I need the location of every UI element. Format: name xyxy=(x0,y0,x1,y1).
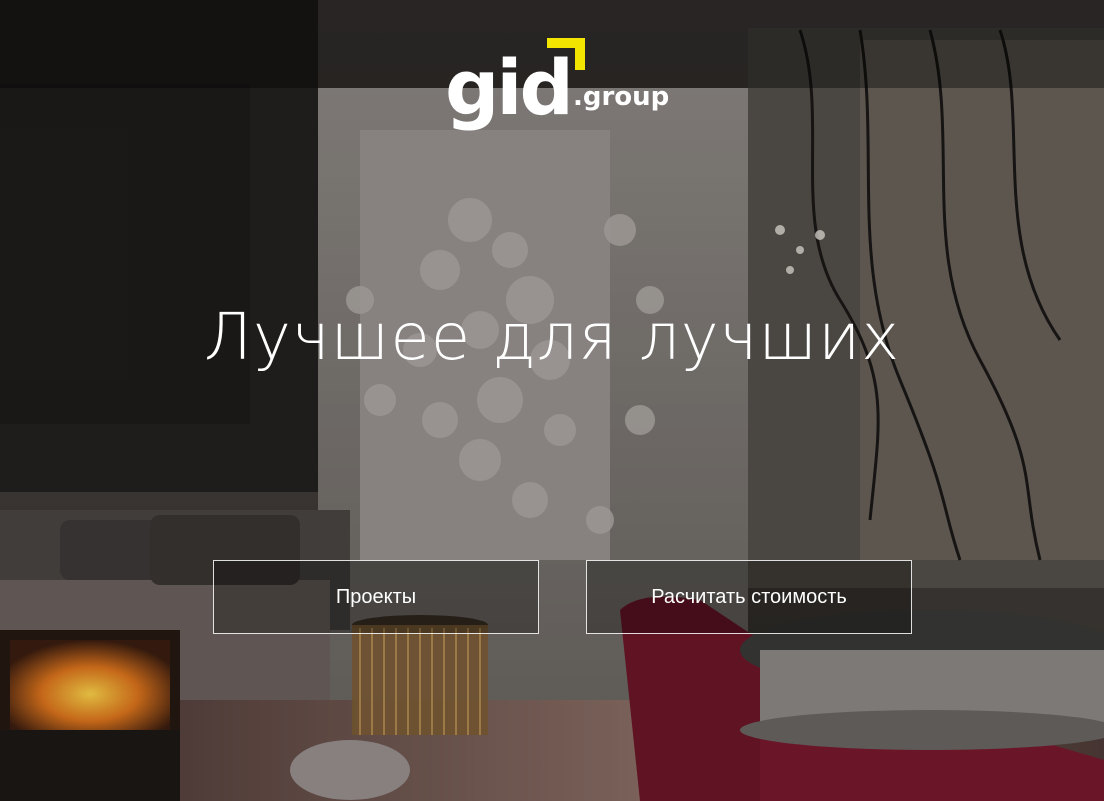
calculate-cost-button[interactable]: Расчитать стоимость xyxy=(586,560,912,634)
logo-suffix: .group xyxy=(573,82,670,112)
gid-group-logo[interactable]: gid .group xyxy=(445,36,685,136)
logo-wordmark: gid xyxy=(445,43,574,132)
hero-section: gid .group Лучшее для лучших Проекты Рас… xyxy=(0,0,1104,801)
hero-headline: Лучшее для лучших xyxy=(203,301,901,375)
projects-button[interactable]: Проекты xyxy=(213,560,539,634)
